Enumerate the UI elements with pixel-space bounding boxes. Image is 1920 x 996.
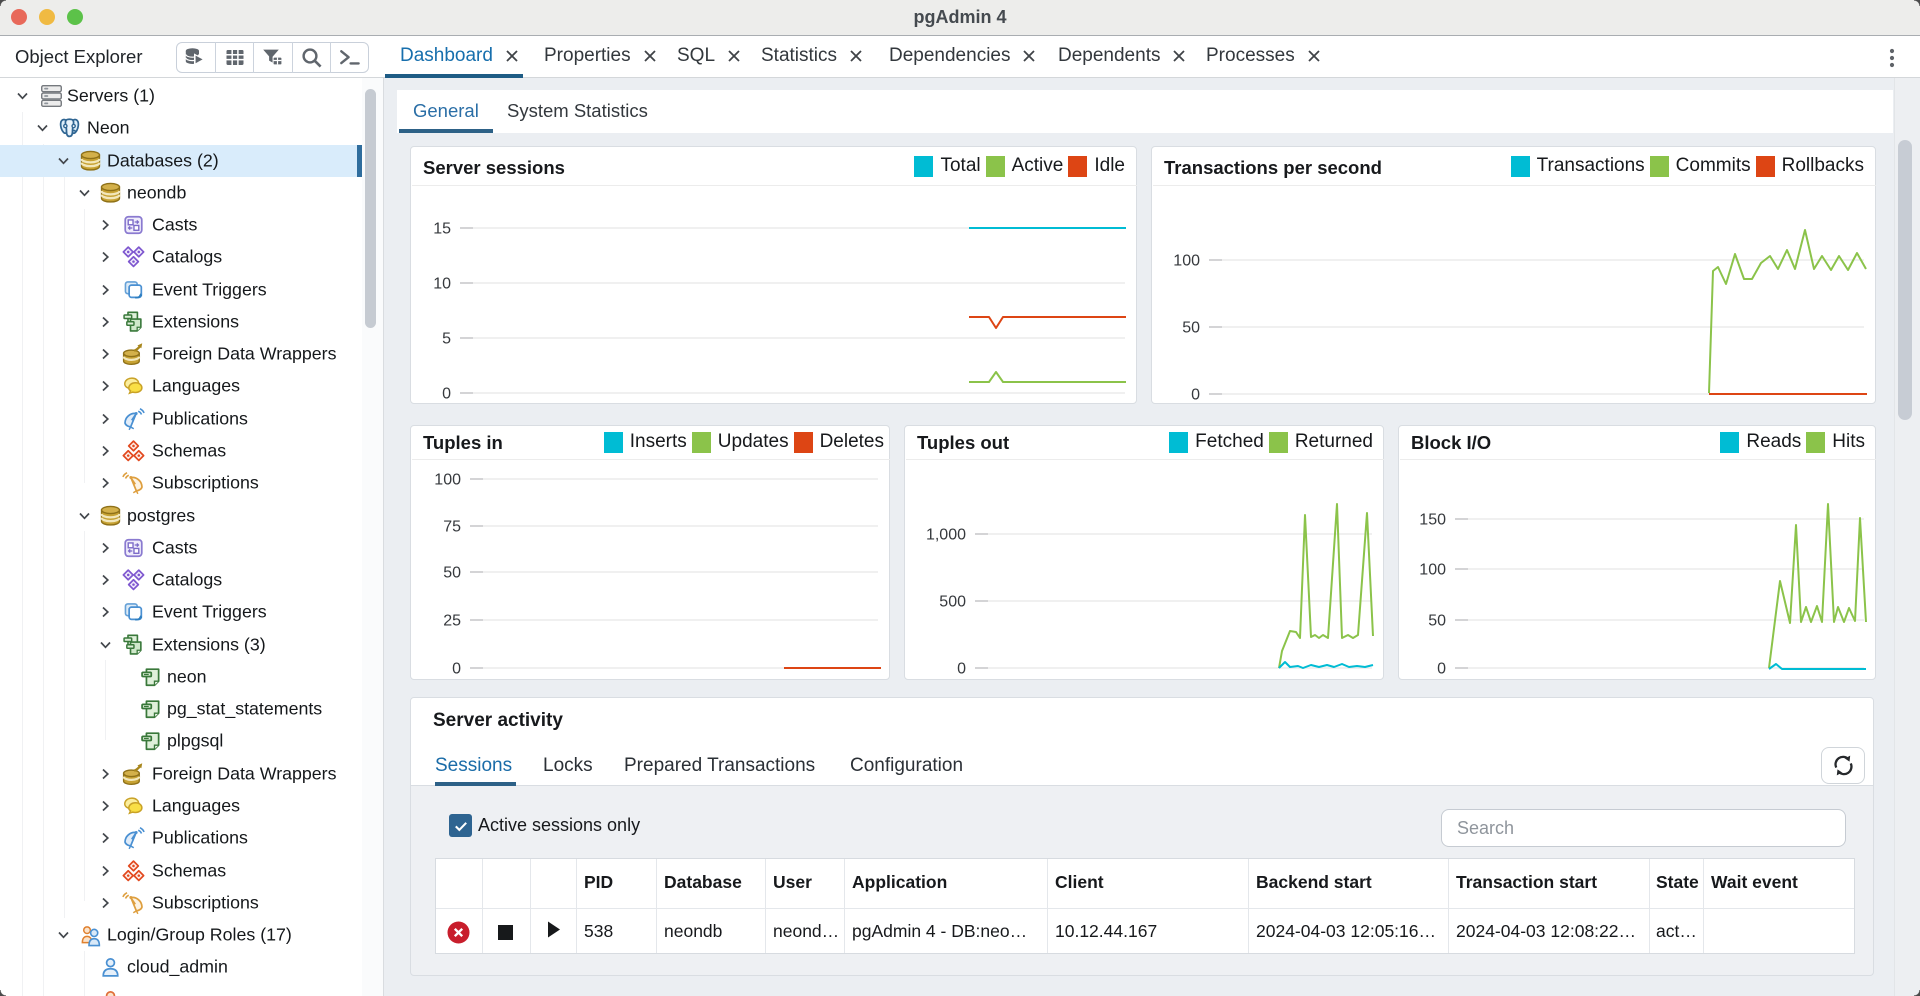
svg-text:0: 0: [1191, 387, 1200, 404]
svg-text:500: 500: [939, 594, 966, 611]
svg-text:10: 10: [433, 276, 451, 293]
svg-text:100: 100: [1419, 562, 1446, 579]
svg-text:0: 0: [452, 661, 461, 678]
svg-text:15: 15: [433, 221, 451, 238]
svg-text:100: 100: [1173, 253, 1200, 270]
svg-text:150: 150: [1419, 512, 1446, 529]
svg-text:0: 0: [442, 386, 451, 403]
svg-text:25: 25: [443, 613, 461, 630]
svg-text:0: 0: [957, 661, 966, 678]
svg-text:50: 50: [443, 565, 461, 582]
svg-text:0: 0: [1437, 661, 1446, 678]
svg-text:75: 75: [443, 519, 461, 536]
svg-text:100: 100: [434, 472, 461, 489]
svg-text:5: 5: [442, 331, 451, 348]
svg-text:50: 50: [1182, 320, 1200, 337]
svg-text:1,000: 1,000: [926, 527, 966, 544]
svg-text:50: 50: [1428, 613, 1446, 630]
